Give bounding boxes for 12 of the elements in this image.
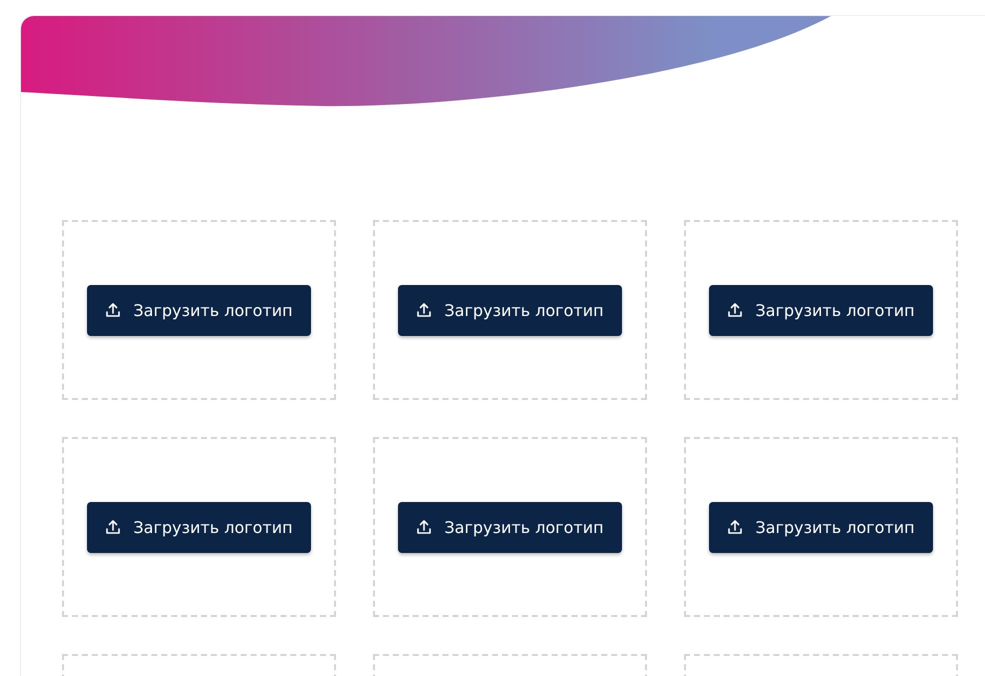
upload-icon bbox=[416, 302, 432, 318]
upload-icon bbox=[105, 302, 122, 318]
upload-logo-button[interactable]: Загрузить логотип bbox=[87, 502, 311, 552]
upload-logo-button[interactable]: Загрузить логотип bbox=[709, 502, 933, 552]
upload-icon bbox=[105, 519, 122, 535]
upload-icon bbox=[416, 519, 432, 535]
upload-icon bbox=[727, 302, 744, 318]
upload-icon bbox=[727, 519, 744, 535]
upload-logo-button[interactable]: Загрузить логотип bbox=[398, 284, 622, 336]
upload-logo-button[interactable]: Загрузить логотип bbox=[398, 502, 622, 552]
upload-logo-button[interactable]: Загрузить логотип bbox=[87, 284, 311, 336]
upload-logo-button[interactable]: Загрузить логотип bbox=[709, 284, 933, 336]
